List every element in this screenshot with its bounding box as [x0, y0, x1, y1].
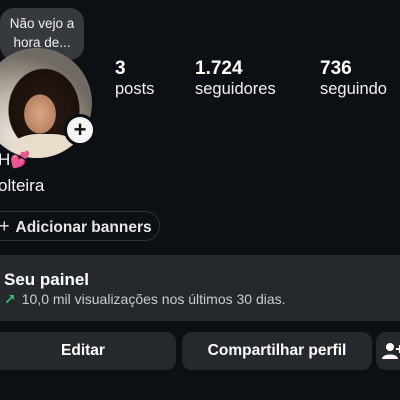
- stat-following-label: seguindo: [320, 80, 387, 98]
- two-hearts-icon: 💕: [10, 152, 31, 169]
- stat-posts-value: 3: [115, 58, 126, 79]
- stat-following-value: 736: [320, 58, 352, 79]
- share-profile-label: Compartilhar perfil: [207, 342, 347, 359]
- stat-posts-label: posts: [115, 80, 155, 98]
- dashboard-subtitle: ↗ 10,0 mil visualizações nos últimos 30 d…: [4, 291, 286, 308]
- stat-following[interactable]: 736 seguindo: [320, 58, 387, 99]
- discover-people-button[interactable]: [376, 332, 400, 370]
- plus-icon[interactable]: +: [64, 114, 96, 146]
- trend-up-icon: ↗: [4, 291, 16, 307]
- edit-profile-label: Editar: [61, 342, 105, 359]
- plus-icon: +: [0, 216, 10, 236]
- stat-followers-value: 1.724: [195, 58, 243, 79]
- bio-text: olteira: [0, 176, 45, 195]
- add-person-icon: [382, 343, 400, 359]
- note-text: Não vejo a hora de...: [9, 16, 75, 50]
- dashboard-title: Seu painel: [4, 270, 90, 289]
- stat-followers[interactable]: 1.724 seguidores: [195, 58, 276, 99]
- edit-profile-button[interactable]: Editar: [0, 332, 176, 370]
- stat-posts[interactable]: 3 posts: [115, 58, 154, 99]
- profile-name-text: H: [0, 150, 11, 169]
- add-banners-label: Adicionar banners: [15, 219, 152, 236]
- add-banners-button[interactable]: + Adicionar banners: [0, 211, 160, 241]
- stat-followers-label: seguidores: [195, 80, 276, 98]
- dashboard-views-text: 10,0 mil visualizações nos últimos 30 di…: [21, 291, 286, 307]
- profile-name: H💕: [0, 150, 30, 170]
- share-profile-button[interactable]: Compartilhar perfil: [182, 332, 372, 370]
